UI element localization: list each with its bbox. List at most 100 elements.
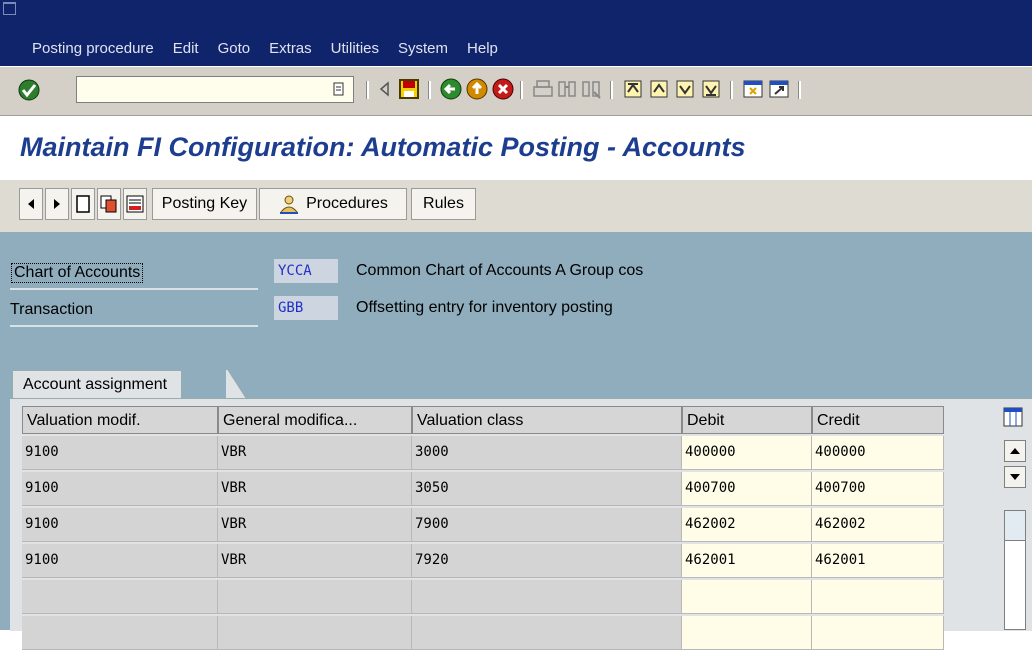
delete-icon <box>126 195 144 213</box>
table-cell[interactable]: 462002 <box>682 508 812 542</box>
new-entries-button[interactable] <box>71 188 95 220</box>
table-cell: 9100 <box>22 544 218 578</box>
column-settings-icon[interactable] <box>1003 407 1023 427</box>
posting-key-button[interactable]: Posting Key <box>152 188 257 220</box>
back-icon[interactable] <box>440 78 462 100</box>
column-header[interactable]: General modifica... <box>218 406 412 434</box>
command-field[interactable] <box>76 76 354 103</box>
menu-system[interactable]: System <box>398 40 448 57</box>
table-cell[interactable]: 400000 <box>682 436 812 470</box>
table-cell: 9100 <box>22 508 218 542</box>
table-cell <box>412 616 682 650</box>
application-toolbar: Posting Key Procedures Rules <box>0 180 1032 232</box>
scroll-up-button[interactable] <box>1004 440 1026 462</box>
table-cell[interactable]: 400700 <box>812 472 944 506</box>
table-cell <box>412 580 682 614</box>
table-cell: 7920 <box>412 544 682 578</box>
table-cell: 3000 <box>412 436 682 470</box>
table-cell[interactable]: 462002 <box>812 508 944 542</box>
toolbar-separator <box>366 81 369 99</box>
table-cell: VBR <box>218 508 412 542</box>
cancel-icon[interactable] <box>492 78 514 100</box>
menu-extras[interactable]: Extras <box>269 40 312 57</box>
table-cell: VBR <box>218 472 412 506</box>
table-cell[interactable] <box>812 580 944 614</box>
scroll-thumb[interactable] <box>1004 540 1026 630</box>
chart-of-accounts-value: YCCA <box>274 259 338 283</box>
transaction-label-text: Transaction <box>10 301 93 318</box>
table-cell[interactable] <box>682 580 812 614</box>
menu-edit[interactable]: Edit <box>173 40 199 57</box>
column-header[interactable]: Valuation class <box>412 406 682 434</box>
menu-bar: Posting procedure Edit Goto Extras Utili… <box>0 0 1032 66</box>
copy-as-button[interactable] <box>97 188 121 220</box>
table-cell: 7900 <box>412 508 682 542</box>
new-page-icon <box>76 195 90 213</box>
menu-help[interactable]: Help <box>467 40 498 57</box>
previous-page-icon[interactable] <box>648 78 670 100</box>
arrow-down-icon <box>1010 474 1020 480</box>
toolbar-separator <box>798 81 801 99</box>
print-icon[interactable] <box>532 78 554 100</box>
shortcut-icon[interactable] <box>768 78 790 100</box>
create-session-icon[interactable] <box>742 78 764 100</box>
menu-goto[interactable]: Goto <box>218 40 251 57</box>
toolbar-separator <box>610 81 613 99</box>
scroll-down-button[interactable] <box>1004 466 1026 488</box>
table-cell: VBR <box>218 436 412 470</box>
next-page-icon[interactable] <box>674 78 696 100</box>
delete-button[interactable] <box>123 188 147 220</box>
green-check-icon[interactable] <box>18 79 40 101</box>
toolbar-separator <box>520 81 523 99</box>
copy-icon <box>100 195 117 213</box>
table-cell[interactable] <box>812 616 944 650</box>
table-cell <box>218 580 412 614</box>
table-cell <box>218 616 412 650</box>
column-header[interactable]: Valuation modif. <box>22 406 218 434</box>
column-header[interactable]: Credit <box>812 406 944 434</box>
table-cell[interactable]: 462001 <box>812 544 944 578</box>
table-cell[interactable] <box>682 616 812 650</box>
previous-entry-button[interactable] <box>19 188 43 220</box>
transaction-description: Offsetting entry for inventory posting <box>356 299 613 316</box>
transaction-label: Transaction <box>10 297 258 327</box>
toolbar-separator <box>730 81 733 99</box>
system-menu-icon[interactable] <box>3 2 16 15</box>
history-dropdown-icon[interactable] <box>333 82 345 96</box>
page-title: Maintain FI Configuration: Automatic Pos… <box>20 132 746 162</box>
triangle-right-icon <box>54 199 60 209</box>
table-scrollbar[interactable] <box>1003 440 1029 630</box>
procedures-label: Procedures <box>306 195 388 212</box>
table-cell[interactable]: 400000 <box>812 436 944 470</box>
find-next-icon[interactable] <box>580 78 602 100</box>
rules-button[interactable]: Rules <box>411 188 476 220</box>
table-cell <box>22 616 218 650</box>
column-header[interactable]: Debit <box>682 406 812 434</box>
save-icon[interactable] <box>398 78 420 100</box>
find-icon[interactable] <box>556 78 578 100</box>
table-cell[interactable]: 462001 <box>682 544 812 578</box>
last-page-icon[interactable] <box>700 78 722 100</box>
chart-of-accounts-label-text: Chart of Accounts <box>10 263 144 283</box>
table-cell <box>22 580 218 614</box>
menu-posting-procedure[interactable]: Posting procedure <box>32 40 154 57</box>
person-procedures-icon <box>280 195 299 214</box>
triangle-left-icon <box>28 199 34 209</box>
table-cell: VBR <box>218 544 412 578</box>
exit-icon[interactable] <box>466 78 488 100</box>
menu-utilities[interactable]: Utilities <box>331 40 379 57</box>
tab-edge <box>226 370 246 398</box>
procedures-button[interactable]: Procedures <box>259 188 407 220</box>
next-entry-button[interactable] <box>45 188 69 220</box>
table-cell: 9100 <box>22 436 218 470</box>
arrow-up-icon <box>1010 448 1020 454</box>
chart-of-accounts-label: Chart of Accounts <box>10 260 258 290</box>
back-arrow-icon[interactable] <box>374 78 396 100</box>
table-cell: 9100 <box>22 472 218 506</box>
system-toolbar <box>0 66 1032 116</box>
table-cell[interactable]: 400700 <box>682 472 812 506</box>
tab-account-assignment[interactable]: Account assignment <box>12 370 183 399</box>
transaction-value: GBB <box>274 296 338 320</box>
first-page-icon[interactable] <box>622 78 644 100</box>
chart-of-accounts-description: Common Chart of Accounts A Group cos <box>356 262 644 279</box>
